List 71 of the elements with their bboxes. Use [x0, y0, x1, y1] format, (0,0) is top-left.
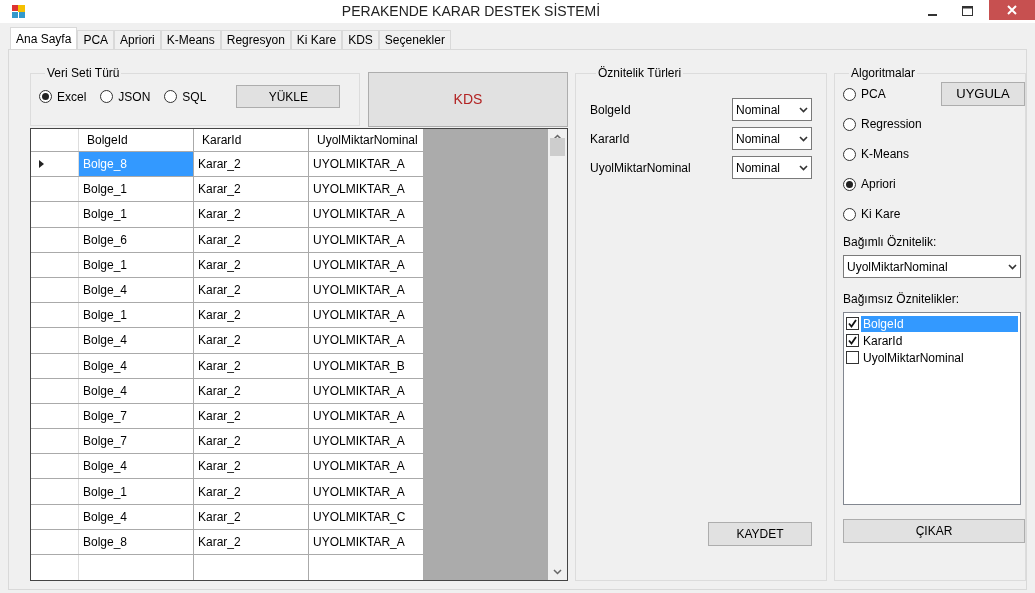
scroll-thumb[interactable]	[550, 138, 565, 156]
radio-option[interactable]: Excel	[39, 87, 87, 106]
app-icon	[12, 4, 26, 19]
chevron-down-icon	[1008, 263, 1017, 270]
radio-option[interactable]: K-Means	[843, 145, 922, 163]
group-title: Veri Seti Türü	[46, 65, 121, 82]
kds-button[interactable]: KDS	[368, 72, 568, 127]
checkbox[interactable]	[846, 334, 859, 347]
dropdown-field[interactable]: Nominal	[732, 127, 812, 150]
tab[interactable]: Ana Sayfa	[10, 27, 78, 49]
radio-button[interactable]	[843, 117, 856, 131]
radio-button[interactable]	[843, 177, 856, 191]
window-title: PERAKENDE KARAR DESTEK SİSTEMİ	[340, 2, 602, 21]
vertical-scrollbar[interactable]	[548, 129, 567, 580]
radio-label: JSON	[118, 88, 151, 106]
radio-option[interactable]: SQL	[164, 87, 207, 106]
dropdown-field[interactable]: Nominal	[732, 156, 812, 179]
dependent-attribute-label: Bağımlı Öznitelik:	[843, 234, 938, 251]
radio-option[interactable]: Apriori	[843, 175, 922, 193]
radio-label: K-Means	[861, 146, 910, 163]
radio-button[interactable]	[843, 87, 856, 101]
chevron-up-icon[interactable]	[553, 134, 562, 140]
chevron-down-icon	[799, 135, 808, 142]
close-button[interactable]	[989, 0, 1035, 20]
radio-button[interactable]	[843, 147, 856, 161]
column-header[interactable]: KararId	[194, 129, 309, 151]
checkbox[interactable]	[846, 351, 859, 364]
radio-label: Ki Kare	[861, 206, 901, 223]
tab[interactable]: PCA	[77, 30, 115, 49]
radio-option[interactable]: Ki Kare	[843, 205, 922, 223]
column-header[interactable]: BolgeId	[79, 129, 194, 151]
dropdown-field[interactable]: Nominal	[732, 98, 812, 121]
radio-label: Apriori	[861, 176, 896, 193]
tab[interactable]: Seçenekler	[378, 30, 451, 49]
group-title: Öznitelik Türleri	[597, 65, 683, 82]
column-header[interactable]: UyolMiktarNominal	[309, 129, 424, 151]
attribute-name: UyolMiktarNominal	[590, 159, 691, 177]
chevron-down-icon	[799, 106, 808, 113]
save-button[interactable]: KAYDET	[708, 522, 812, 546]
radio-label: SQL	[182, 88, 207, 106]
tab[interactable]: Regresyon	[220, 30, 291, 49]
maximize-icon[interactable]	[962, 6, 973, 16]
checkbox[interactable]	[846, 317, 859, 330]
radio-button[interactable]	[100, 90, 114, 103]
remove-button[interactable]: ÇIKAR	[843, 519, 1025, 543]
dropdown-field[interactable]: UyolMiktarNominal	[843, 255, 1021, 278]
tab[interactable]: K-Means	[160, 30, 221, 49]
independent-attributes-label: Bağımsız Öznitelikler:	[843, 291, 961, 308]
checklist-item[interactable]: KararId	[861, 332, 1018, 349]
radio-label: Regression	[861, 116, 922, 133]
radio-button[interactable]	[39, 90, 52, 103]
tab[interactable]: KDS	[342, 30, 379, 49]
attribute-name: KararId	[590, 130, 630, 148]
load-button[interactable]: YÜKLE	[236, 85, 341, 108]
tab[interactable]: Apriori	[114, 30, 161, 49]
checked-list-box[interactable]: BolgeId KararId UyolMiktarNominal	[843, 312, 1021, 505]
chevron-down-icon[interactable]	[553, 569, 562, 575]
radio-label: Excel	[57, 88, 87, 106]
radio-button[interactable]	[843, 207, 856, 221]
apply-button[interactable]: UYGULA	[941, 82, 1025, 106]
radio-button[interactable]	[164, 90, 178, 103]
checklist-item[interactable]: UyolMiktarNominal	[861, 349, 1018, 366]
tab[interactable]: Ki Kare	[290, 30, 343, 49]
radio-option[interactable]: Regression	[843, 115, 922, 133]
chevron-down-icon	[799, 164, 808, 171]
attribute-name: BolgeId	[590, 101, 631, 119]
radio-option[interactable]: PCA	[843, 85, 922, 103]
close-icon	[1007, 5, 1017, 15]
group-title: Algoritmalar	[850, 65, 917, 82]
radio-label: PCA	[861, 86, 886, 103]
radio-option[interactable]: JSON	[100, 87, 151, 106]
